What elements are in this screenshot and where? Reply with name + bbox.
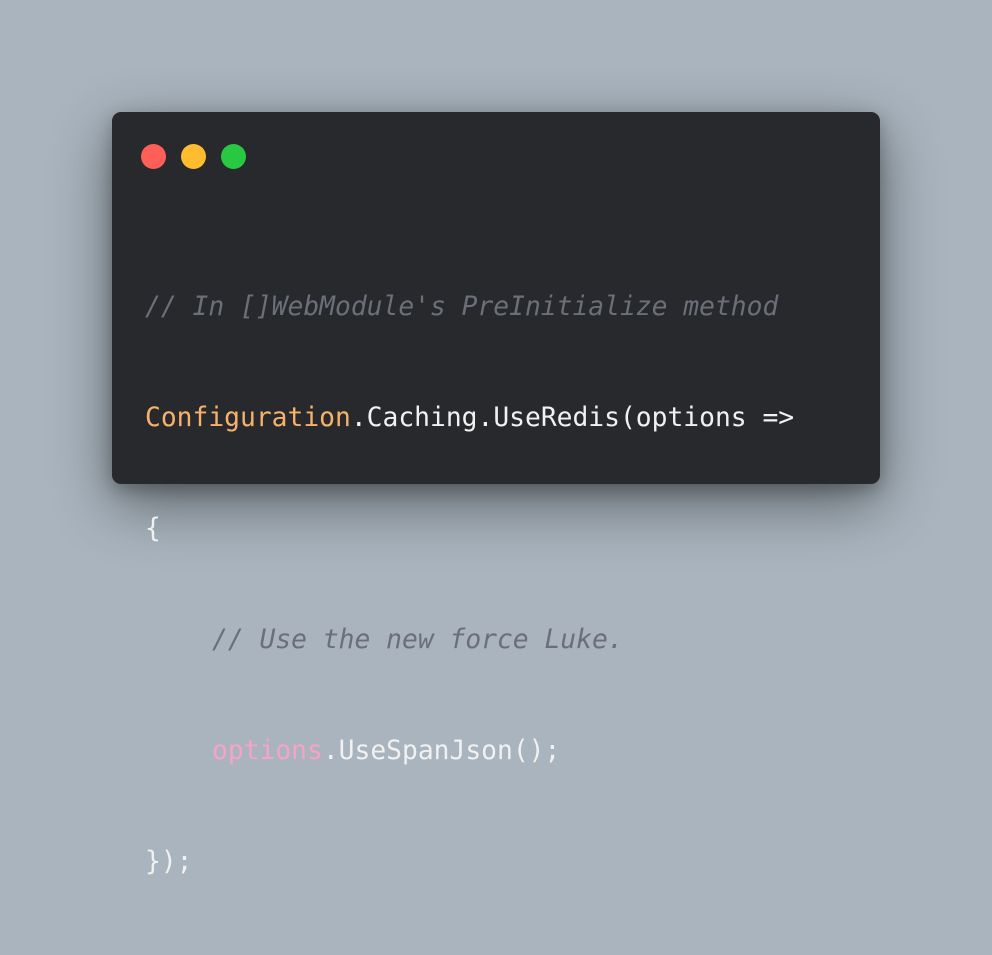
code-text: .Caching.UseRedis(options => [350, 403, 795, 433]
code-line-4: // Use the new force Luke. [145, 622, 794, 659]
window-controls [141, 144, 246, 169]
code-line-1: // In []WebModule's PreInitialize method [145, 289, 794, 326]
code-line-5: options.UseSpanJson(); [145, 733, 794, 770]
code-line-3: { [145, 511, 794, 548]
code-parameter: options [212, 736, 323, 766]
code-text: { [145, 514, 161, 544]
code-text: }); [145, 847, 193, 877]
code-block: // In []WebModule's PreInitialize method… [145, 215, 794, 955]
code-window: // In []WebModule's PreInitialize method… [112, 112, 880, 877]
code-text: .UseSpanJson(); [322, 736, 561, 766]
code-line-2: Configuration.Caching.UseRedis(options =… [145, 400, 794, 437]
zoom-control[interactable] [221, 144, 246, 169]
close-control[interactable] [141, 144, 166, 169]
minimize-control[interactable] [181, 144, 206, 169]
code-identifier: Configuration [145, 403, 351, 433]
code-comment: // Use the new force Luke. [212, 625, 624, 655]
code-line-6: }); [145, 844, 794, 881]
code-comment: // In []WebModule's PreInitialize method [145, 292, 779, 322]
